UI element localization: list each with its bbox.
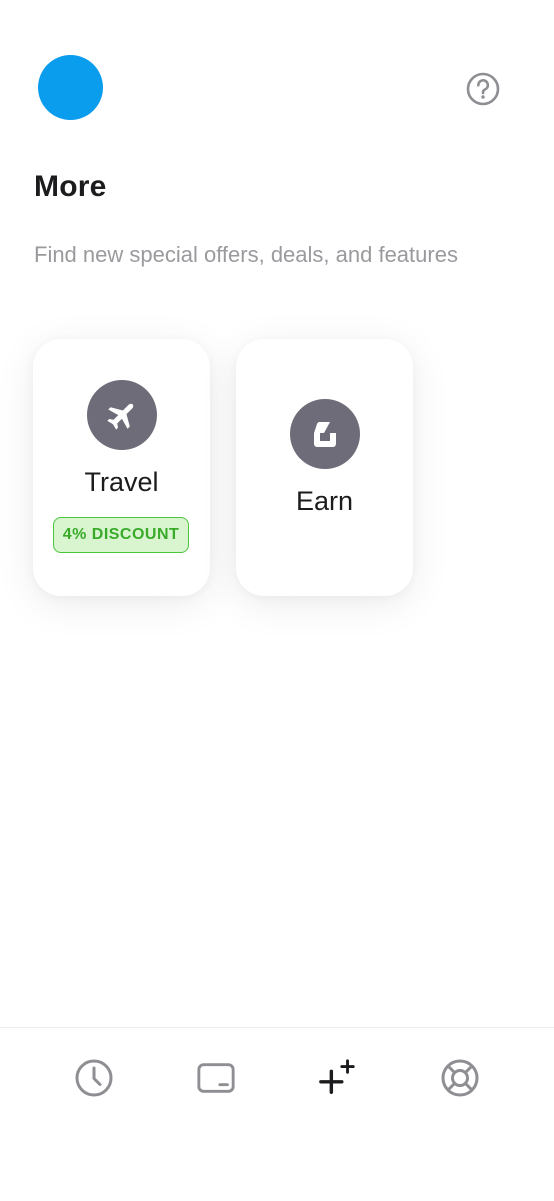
question-circle-icon	[466, 72, 500, 106]
discount-badge: 4% DISCOUNT	[53, 517, 189, 553]
earn-label: Earn	[295, 486, 354, 516]
airplane-icon	[86, 380, 157, 450]
page-title: More	[34, 170, 107, 203]
clock-icon	[75, 1059, 113, 1097]
tab-card[interactable]	[196, 1058, 236, 1098]
earn-card[interactable]: Earn	[236, 339, 413, 596]
card-icon	[197, 1063, 235, 1093]
page-subtitle: Find new special offers, deals, and feat…	[34, 242, 458, 267]
tab-more[interactable]	[318, 1058, 358, 1098]
lifebuoy-icon	[441, 1059, 479, 1097]
bottom-tab-bar	[0, 1027, 554, 1201]
tab-history[interactable]	[74, 1058, 114, 1098]
earn-icon	[289, 399, 360, 469]
avatar[interactable]	[38, 55, 103, 120]
travel-card[interactable]: Travel 4% DISCOUNT	[33, 339, 210, 596]
tab-support[interactable]	[440, 1058, 480, 1098]
travel-label: Travel	[84, 467, 159, 497]
help-button[interactable]	[465, 71, 501, 107]
sparkle-plus-icon	[319, 1059, 355, 1094]
